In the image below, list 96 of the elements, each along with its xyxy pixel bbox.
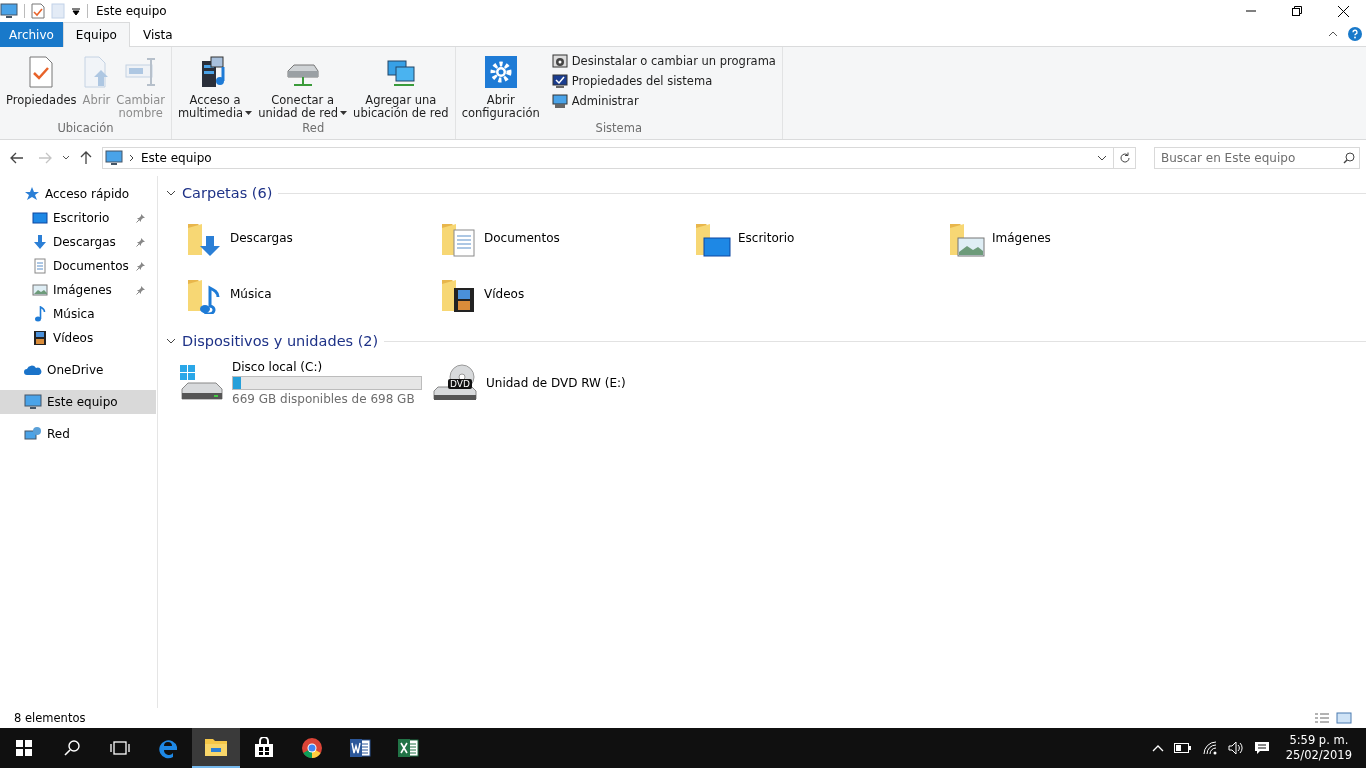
restore-icon[interactable] bbox=[1292, 6, 1302, 16]
ribbon-tab[interactable]: Vista bbox=[129, 22, 186, 47]
search-field[interactable]: Buscar en Este equipo bbox=[1154, 147, 1360, 169]
item-count: 8 elementos bbox=[14, 711, 86, 725]
sidebar-item[interactable]: Imágenes bbox=[0, 278, 156, 302]
settings-icon bbox=[484, 56, 517, 88]
ribbon-command[interactable]: Abrir configuración bbox=[459, 49, 542, 121]
address-bar[interactable]: Este equipo bbox=[102, 147, 1136, 169]
chevron-right-icon[interactable] bbox=[129, 154, 135, 162]
wifi-icon[interactable] bbox=[1201, 740, 1218, 756]
folder-item[interactable]: Vídeos bbox=[438, 266, 692, 322]
document-arrow-icon bbox=[83, 56, 110, 88]
drive-name[interactable]: Unidad de DVD RW (E:) bbox=[486, 376, 626, 390]
computer-icon bbox=[105, 150, 123, 166]
shopping-bag-icon[interactable] bbox=[253, 737, 275, 759]
monitor-check-icon bbox=[551, 73, 568, 89]
folder-item[interactable]: Música bbox=[184, 266, 438, 322]
caret-icon[interactable] bbox=[340, 111, 348, 116]
folder-item[interactable]: Imágenes bbox=[946, 210, 1200, 266]
sidebar-item[interactable]: Música bbox=[0, 302, 156, 326]
back-arrow-icon[interactable] bbox=[10, 152, 24, 164]
pin-icon[interactable] bbox=[136, 237, 146, 247]
rename-icon bbox=[124, 56, 157, 88]
ribbon-command[interactable]: Propiedades del sistema bbox=[549, 72, 778, 90]
clock[interactable]: 5:59 p. m. 25/02/2019 bbox=[1279, 733, 1358, 763]
sidebar-item[interactable]: Documentos bbox=[0, 254, 156, 278]
caret-icon[interactable] bbox=[245, 111, 253, 116]
sidebar-item[interactable]: Red bbox=[0, 422, 156, 446]
browser-e-icon[interactable] bbox=[157, 737, 179, 759]
chevron-up-icon[interactable] bbox=[1151, 744, 1164, 752]
battery-icon[interactable] bbox=[1173, 743, 1192, 753]
excel-icon[interactable] bbox=[397, 737, 419, 759]
group-label: Ubicación bbox=[56, 121, 115, 137]
music-note-icon bbox=[32, 306, 48, 322]
collapse-ribbon-icon[interactable] bbox=[1328, 30, 1338, 38]
help-icon[interactable] bbox=[1348, 27, 1362, 41]
volume-icon[interactable] bbox=[1227, 741, 1244, 755]
sidebar-item[interactable]: Vídeos bbox=[0, 326, 156, 350]
pin-icon[interactable] bbox=[136, 261, 146, 271]
collapse-chevron-icon[interactable] bbox=[166, 336, 176, 346]
pin-icon[interactable] bbox=[136, 213, 146, 223]
sidebar-item[interactable]: Acceso rápido bbox=[0, 182, 156, 206]
word-icon[interactable] bbox=[349, 737, 371, 759]
program-box-icon bbox=[551, 53, 568, 69]
film-icon bbox=[32, 330, 48, 346]
ribbon-command[interactable]: Agregar una ubicación de red bbox=[351, 49, 451, 121]
windows-drive-icon bbox=[178, 363, 224, 403]
network-icon bbox=[24, 426, 42, 442]
folder-icon[interactable] bbox=[204, 736, 228, 758]
desktop-icon bbox=[32, 210, 48, 226]
sidebar-item[interactable]: Descargas bbox=[0, 230, 156, 254]
picture-icon bbox=[32, 282, 48, 298]
collapse-chevron-icon[interactable] bbox=[166, 188, 176, 198]
properties-icon[interactable] bbox=[31, 3, 45, 19]
close-icon[interactable] bbox=[1337, 5, 1349, 17]
folder-item[interactable]: Escritorio bbox=[692, 210, 946, 266]
group-label: Red bbox=[301, 121, 326, 137]
computer-icon bbox=[24, 394, 42, 410]
ribbon-command[interactable]: Administrar bbox=[549, 92, 778, 110]
star-icon bbox=[24, 186, 40, 202]
windows-logo-icon[interactable] bbox=[16, 740, 32, 756]
file-tab[interactable]: Archivo bbox=[0, 22, 63, 47]
ribbon-command[interactable]: Conectar a unidad de red bbox=[256, 49, 350, 121]
chrome-icon[interactable] bbox=[301, 737, 323, 759]
up-arrow-icon[interactable] bbox=[80, 151, 92, 165]
address-text: Este equipo bbox=[141, 151, 213, 165]
ribbon-command[interactable]: Desinstalar o cambiar un programa bbox=[549, 52, 778, 70]
task-view-icon[interactable] bbox=[110, 740, 130, 756]
folder-item[interactable]: Descargas bbox=[184, 210, 438, 266]
group-label: Sistema bbox=[594, 121, 643, 137]
ribbon-command[interactable]: Propiedades bbox=[4, 49, 79, 121]
dropdown-chevron-icon[interactable] bbox=[1097, 155, 1107, 161]
window-title: Este equipo bbox=[96, 4, 167, 18]
properties-icon bbox=[28, 56, 55, 88]
ribbon-command[interactable]: Acceso a multimedia bbox=[175, 49, 255, 121]
document-icon bbox=[32, 258, 48, 274]
download-arrow-icon bbox=[32, 234, 48, 250]
sidebar-item[interactable]: OneDrive bbox=[0, 358, 156, 382]
drive-name[interactable]: Disco local (C:) bbox=[232, 360, 422, 374]
taskbar-button[interactable] bbox=[192, 728, 240, 768]
pin-icon[interactable] bbox=[136, 285, 146, 295]
free-space-text: 669 GB disponibles de 698 GB bbox=[232, 392, 416, 406]
notification-icon[interactable] bbox=[1253, 740, 1270, 756]
section-header[interactable]: Dispositivos y unidades (2) bbox=[182, 333, 379, 349]
recent-locations-icon[interactable] bbox=[62, 155, 70, 161]
dropdown-caret-icon[interactable] bbox=[71, 6, 81, 16]
computer-management-icon bbox=[551, 93, 568, 109]
ribbon-tab[interactable]: Equipo bbox=[62, 22, 130, 47]
sidebar-item[interactable]: Este equipo bbox=[0, 390, 156, 414]
folder-item[interactable]: Documentos bbox=[438, 210, 692, 266]
section-header[interactable]: Carpetas (6) bbox=[182, 185, 273, 201]
refresh-icon[interactable] bbox=[1118, 152, 1131, 164]
search-icon[interactable] bbox=[64, 740, 80, 756]
sidebar-item[interactable]: Escritorio bbox=[0, 206, 156, 230]
search-icon[interactable] bbox=[1343, 152, 1355, 164]
computer-icon bbox=[0, 3, 18, 19]
